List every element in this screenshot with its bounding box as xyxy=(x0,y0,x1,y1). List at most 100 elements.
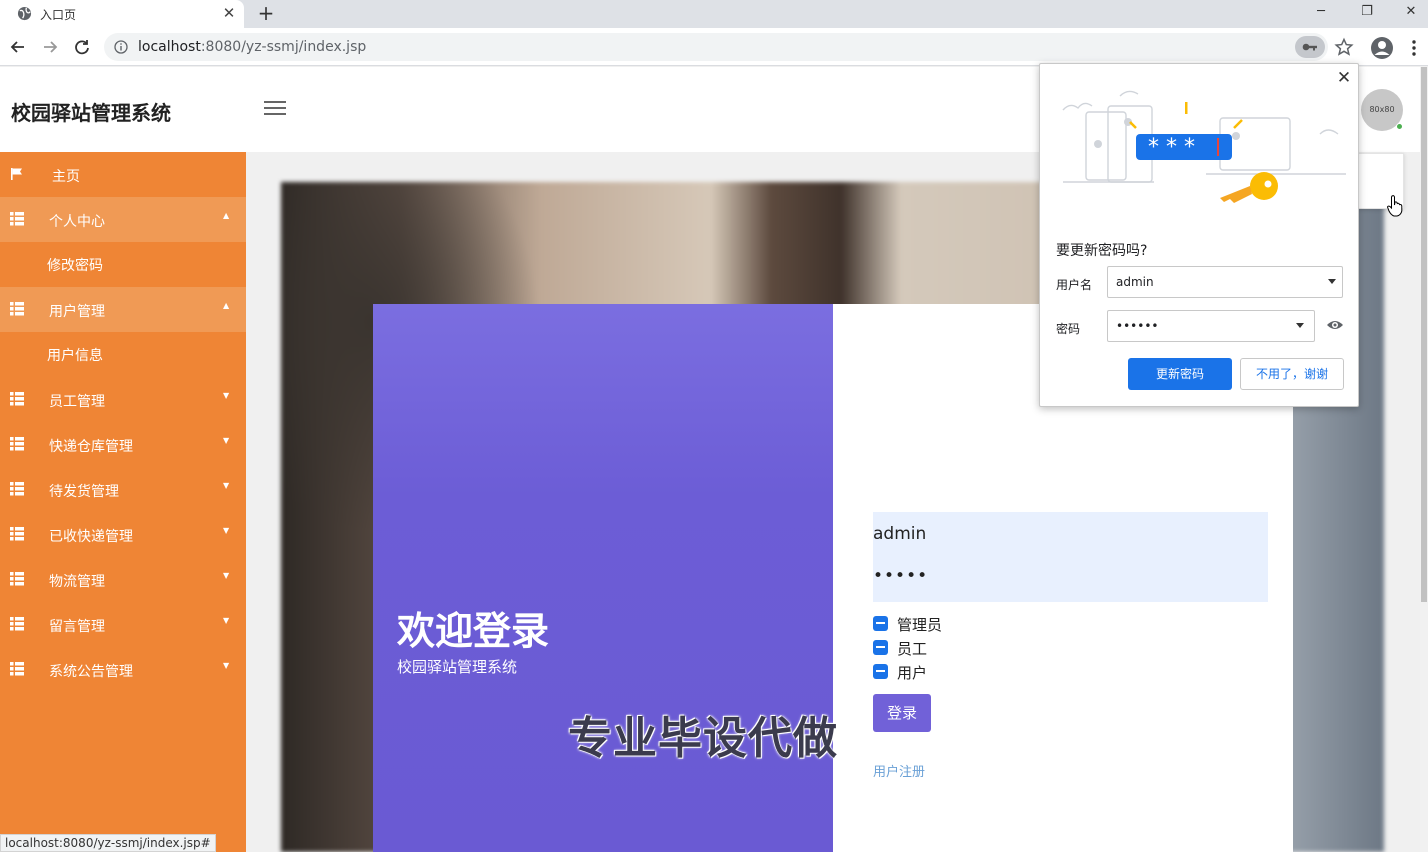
sidebar-item-label: 留言管理 xyxy=(49,619,105,635)
sidebar-item-warehouse-management[interactable]: 快递仓库管理 ▼ xyxy=(0,422,246,467)
forward-icon[interactable] xyxy=(39,36,61,58)
checkbox-indeterminate-icon[interactable] xyxy=(873,664,888,679)
sidebar-item-messages[interactable]: 留言管理 ▼ xyxy=(0,602,246,647)
sidebar-item-label: 已收快递管理 xyxy=(49,529,133,545)
show-password-eye-icon[interactable] xyxy=(1326,318,1344,332)
sidebar-item-user-management[interactable]: 用户管理 ▲ xyxy=(0,287,246,332)
popup-password-label: 密码 xyxy=(1056,322,1081,336)
sidebar-item-label: 个人中心 xyxy=(49,214,105,230)
sidebar-item-pending-shipment[interactable]: 待发货管理 ▼ xyxy=(0,467,246,512)
grid-icon xyxy=(10,617,24,631)
dropdown-arrow-icon xyxy=(1328,279,1336,284)
update-password-button[interactable]: 更新密码 xyxy=(1128,358,1232,390)
new-tab-icon[interactable]: + xyxy=(255,2,277,24)
password-input[interactable]: ••••• xyxy=(873,566,928,586)
welcome-heading: 欢迎登录 xyxy=(397,609,550,653)
grid-icon xyxy=(10,662,24,676)
window-close-icon[interactable]: ✕ xyxy=(1399,2,1423,22)
chevron-up-icon: ▲ xyxy=(223,301,230,310)
sidebar-item-announcements[interactable]: 系统公告管理 ▼ xyxy=(0,647,246,692)
restore-icon[interactable]: ❐ xyxy=(1355,2,1379,22)
popup-username-value: admin xyxy=(1116,275,1154,289)
chevron-down-icon: ▼ xyxy=(223,526,230,535)
sidebar-item-staff-management[interactable]: 员工管理 ▼ xyxy=(0,377,246,422)
page-scrollbar[interactable] xyxy=(1420,67,1428,852)
username-input[interactable]: admin xyxy=(873,524,926,544)
login-welcome-panel: 欢迎登录 校园驿站管理系统 xyxy=(373,304,833,852)
globe-icon xyxy=(17,6,32,21)
sidebar-subitem-label: 用户信息 xyxy=(47,348,103,364)
popup-username-select[interactable]: admin xyxy=(1107,266,1343,298)
sidebar-item-received-express[interactable]: 已收快递管理 ▼ xyxy=(0,512,246,557)
scrollbar-thumb[interactable] xyxy=(1421,67,1427,602)
credentials-autofill-box: admin ••••• xyxy=(873,512,1268,602)
decline-button[interactable]: 不用了，谢谢 xyxy=(1240,358,1344,390)
role-label: 用户 xyxy=(897,664,928,682)
sidebar-item-label: 待发货管理 xyxy=(49,484,119,500)
sidebar-item-label: 主页 xyxy=(52,169,80,185)
chevron-down-icon: ▼ xyxy=(223,661,230,670)
popup-username-label: 用户名 xyxy=(1056,278,1093,292)
password-key-button[interactable] xyxy=(1295,36,1325,58)
url-text: localhost:8080/yz-ssmj/index.jsp xyxy=(138,39,366,55)
grid-icon xyxy=(10,572,24,586)
password-illustration-icon: * * * xyxy=(1062,90,1346,203)
grid-icon xyxy=(10,302,24,316)
chevron-down-icon: ▼ xyxy=(223,481,230,490)
watermark-text: 专业毕设代做 xyxy=(568,713,838,764)
address-bar[interactable]: localhost:8080/yz-ssmj/index.jsp xyxy=(104,33,1354,61)
sidebar-subitem-label: 修改密码 xyxy=(47,258,103,274)
grid-icon xyxy=(10,527,24,541)
sidebar-item-label: 物流管理 xyxy=(49,574,105,590)
chevron-down-icon: ▼ xyxy=(223,571,230,580)
password-update-popup: ✕ * * * 要更新密码吗? 用户名 admin 密码 •••••• 更新密码… xyxy=(1039,63,1359,407)
sidebar-item-label: 员工管理 xyxy=(49,394,105,410)
flag-icon xyxy=(11,168,22,180)
role-label: 管理员 xyxy=(897,616,943,634)
tab-close-icon[interactable]: ✕ xyxy=(220,4,238,22)
url-host: localhost xyxy=(138,39,201,55)
bookmark-star-icon[interactable] xyxy=(1334,37,1354,57)
browser-menu-icon[interactable] xyxy=(1406,38,1422,58)
sidebar-item-personal-center[interactable]: 个人中心 ▲ xyxy=(0,197,246,242)
reload-icon[interactable] xyxy=(71,36,93,58)
profile-icon[interactable] xyxy=(1370,36,1394,60)
sidebar-item-home[interactable]: 主页 xyxy=(0,152,246,197)
sidebar-item-label: 快递仓库管理 xyxy=(49,439,133,455)
checkbox-indeterminate-icon[interactable] xyxy=(873,640,888,655)
register-link[interactable]: 用户注册 xyxy=(873,761,925,780)
dropdown-arrow-icon xyxy=(1296,323,1304,328)
chevron-down-icon: ▼ xyxy=(223,391,230,400)
back-icon[interactable] xyxy=(7,36,29,58)
popup-password-select[interactable]: •••••• xyxy=(1107,310,1315,342)
welcome-subtitle: 校园驿站管理系统 xyxy=(397,658,518,676)
url-path: :8080/yz-ssmj/index.jsp xyxy=(200,39,367,55)
grid-icon xyxy=(10,482,24,496)
login-button[interactable]: 登录 xyxy=(873,694,931,732)
sidebar-subitem-change-password[interactable]: 修改密码 xyxy=(0,242,246,287)
chevron-up-icon: ▲ xyxy=(223,211,230,220)
grid-icon xyxy=(10,212,24,226)
grid-icon xyxy=(10,437,24,451)
grid-icon xyxy=(10,392,24,406)
hamburger-menu-icon[interactable] xyxy=(264,101,286,119)
sidebar-item-label: 系统公告管理 xyxy=(49,664,133,680)
checkbox-indeterminate-icon[interactable] xyxy=(873,616,888,631)
app-title: 校园驿站管理系统 xyxy=(11,101,171,125)
minimize-icon[interactable]: ─ xyxy=(1309,2,1333,22)
online-status-dot xyxy=(1396,123,1403,130)
key-icon xyxy=(1302,43,1317,51)
chevron-down-icon: ▼ xyxy=(223,616,230,625)
tab-title: 入口页 xyxy=(40,8,77,22)
browser-toolbar: localhost:8080/yz-ssmj/index.jsp xyxy=(0,28,1428,66)
role-label: 员工 xyxy=(897,640,928,658)
status-bar-url: localhost:8080/yz-ssmj/index.jsp# xyxy=(0,834,216,852)
sidebar-subitem-user-info[interactable]: 用户信息 xyxy=(0,332,246,377)
svg-text:* * *: * * * xyxy=(1148,135,1195,160)
popup-question: 要更新密码吗? xyxy=(1056,243,1148,259)
browser-tab[interactable]: 入口页 ✕ xyxy=(0,0,244,28)
chevron-down-icon: ▼ xyxy=(223,436,230,445)
info-icon[interactable] xyxy=(114,40,128,54)
sidebar-item-logistics[interactable]: 物流管理 ▼ xyxy=(0,557,246,602)
sidebar: 主页 个人中心 ▲ 修改密码 用户管理 ▲ 用户信息 员工管理 ▼ 快递仓库管理… xyxy=(0,152,246,852)
